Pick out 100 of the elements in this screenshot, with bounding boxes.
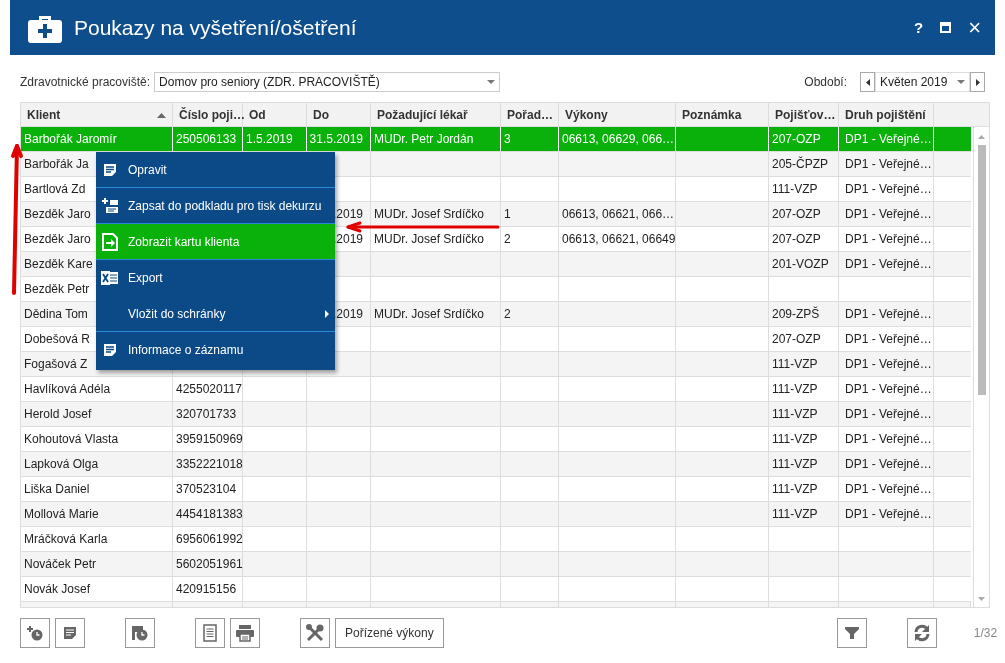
table-cell: 111-VZP xyxy=(772,382,818,396)
table-cell: 111-VZP xyxy=(772,432,818,446)
toolbar-button[interactable] xyxy=(836,618,867,648)
field-label: Období: xyxy=(804,75,847,89)
table-cell: DP1 - Veřejné… xyxy=(845,182,932,196)
column-header[interactable]: Klient xyxy=(21,103,173,126)
table-cell: DP1 - Veřejné… xyxy=(845,507,932,521)
table-cell: Barbořák Ja xyxy=(24,157,89,171)
table-cell: Barbořák Jaromír xyxy=(24,132,117,146)
table-cell: .2019 xyxy=(332,307,363,321)
table-cell: 3352221018 xyxy=(176,457,243,471)
menu-item[interactable]: Vložit do schránky xyxy=(96,296,335,332)
table-row[interactable]: Mráčková Karla 6956061992 xyxy=(21,527,971,552)
table-cell: MUDr. Josef Srdíčko xyxy=(374,307,485,321)
column-header[interactable]: Výkony xyxy=(559,103,676,126)
close-button[interactable]: × xyxy=(968,14,981,41)
filter-icon xyxy=(844,626,859,640)
page-icon xyxy=(203,624,217,642)
table-cell: 420915156 xyxy=(176,582,237,596)
window-title: Poukazy na vyšetření/ošetření xyxy=(74,15,358,40)
table-row[interactable]: Mollová Marie 4454181383 111-VZP DP1 - Veřejné… xyxy=(21,502,971,527)
tools-icon xyxy=(305,623,325,643)
dropdown-arrow-icon xyxy=(957,80,965,84)
recorded-procedures-button[interactable]: Pořízené výkony xyxy=(335,618,444,648)
table-cell: 1.5.2019 xyxy=(246,132,293,146)
table-cell: MUDr. Josef Srdíčko xyxy=(374,207,485,221)
document-icon xyxy=(102,341,118,358)
table-cell: 06613, 06621, 066… xyxy=(562,207,675,221)
maximize-button[interactable] xyxy=(940,22,952,33)
scrollbar[interactable] xyxy=(973,127,989,607)
page-counter: 1/32 xyxy=(973,626,998,640)
table-row[interactable]: Herold Josef 320701733 111-VZP DP1 - Veřejné… xyxy=(21,402,971,427)
table-row[interactable]: Nováček Petr 5602051961 xyxy=(21,552,971,577)
previous-button[interactable] xyxy=(860,72,875,92)
table-cell: 4255020117 xyxy=(176,382,242,396)
period-dropdown[interactable]: Květen 2019 xyxy=(875,72,970,92)
column-header[interactable]: Pojišťov… xyxy=(769,103,839,126)
toolbar-button[interactable] xyxy=(55,618,85,648)
next-button[interactable] xyxy=(970,72,985,92)
table-cell: .2019 xyxy=(332,232,363,246)
table-cell: 111-VZP xyxy=(772,407,818,421)
table-cell: Bezděk Jaro xyxy=(24,207,91,221)
table-cell: 4454181383 xyxy=(176,507,243,521)
table-row[interactable]: Lapková Olga 3352221018 111-VZP DP1 - Veřejné… xyxy=(21,452,971,477)
help-button[interactable]: ? xyxy=(913,19,924,36)
dropdown-arrow-icon xyxy=(487,80,496,84)
table-cell: Havlíková Adéla xyxy=(24,382,111,396)
table-cell: Bezděk Petr xyxy=(24,282,90,296)
table-cell: Bezděk Kare xyxy=(24,257,93,271)
column-header[interactable]: Požadující lékař xyxy=(371,103,501,126)
table-cell: Bezděk Jaro xyxy=(24,232,91,246)
workplace-dropdown[interactable]: Domov pro seniory (ZDR. PRACOVIŠTĚ) xyxy=(154,72,501,92)
table-row[interactable]: Liška Daniel 370523104 111-VZP DP1 - Veřejné… xyxy=(21,477,971,502)
toolbar-button[interactable] xyxy=(125,618,155,648)
table-cell: 5602051961 xyxy=(176,557,243,571)
column-header[interactable]: Od xyxy=(243,103,307,126)
table-cell: 3959150969 xyxy=(176,432,243,446)
document-clock-icon xyxy=(131,625,149,641)
table-cell: DP1 - Veřejné… xyxy=(845,432,932,446)
table-cell: 111-VZP xyxy=(772,182,818,196)
table-cell: 3 xyxy=(504,132,511,146)
table-row[interactable]: Kohoutová Vlasta 3959150969 111-VZP DP1 - Veřejné… xyxy=(21,427,971,452)
table-cell: 250506133 xyxy=(176,132,237,146)
column-header[interactable]: Druh pojištění xyxy=(839,103,934,126)
sort-arrow-icon xyxy=(157,113,166,118)
table-cell: DP1 - Veřejné… xyxy=(845,307,932,321)
document-icon xyxy=(102,161,118,178)
table-row[interactable]: Havlíková Adéla 4255020117 111-VZP DP1 - Veřejné… xyxy=(21,377,971,402)
toolbar-button[interactable] xyxy=(906,618,937,648)
table-cell: 111-VZP xyxy=(772,457,818,471)
table-cell: Dědina Tom xyxy=(24,307,88,321)
right-arrow-icon xyxy=(975,78,980,86)
table-cell: DP1 - Veřejné… xyxy=(845,232,932,246)
toolbar-button[interactable] xyxy=(230,618,260,648)
table-cell: Bartlová Zd xyxy=(24,182,86,196)
toolbar-button[interactable] xyxy=(20,618,50,648)
table-cell: 370523104 xyxy=(176,482,237,496)
column-header[interactable]: Do xyxy=(307,103,371,126)
column-header[interactable]: Číslo poji… xyxy=(173,103,243,126)
table-cell: .2019 xyxy=(332,207,363,221)
table-row[interactable]: Novák Josef 420915156 xyxy=(21,577,971,602)
table-cell: 2 xyxy=(504,307,511,321)
toolbar-button[interactable] xyxy=(300,618,330,648)
table-cell: DP1 - Veřejné… xyxy=(845,457,932,471)
table-cell: 320701733 xyxy=(176,407,237,421)
refresh-icon xyxy=(912,624,931,642)
column-header[interactable]: Pořad… xyxy=(501,103,559,126)
table-cell: 1 xyxy=(504,207,511,221)
table-cell: MUDr. Josef Srdíčko xyxy=(374,232,485,246)
table-cell: Nováček Petr xyxy=(24,557,97,571)
menu-item[interactable]: Opravit xyxy=(96,152,335,188)
column-header[interactable]: Poznámka xyxy=(676,103,769,126)
submenu-arrow-icon xyxy=(325,309,329,318)
table-cell: 209-ZPŠ xyxy=(772,307,820,321)
table-cell: 207-OZP xyxy=(772,332,821,346)
table-cell: DP1 - Veřejné… xyxy=(845,257,932,271)
toolbar-button[interactable] xyxy=(195,618,225,648)
add-clock-icon xyxy=(26,625,44,641)
table-cell: 207-OZP xyxy=(772,207,821,221)
table-cell: DP1 - Veřejné… xyxy=(845,357,932,371)
